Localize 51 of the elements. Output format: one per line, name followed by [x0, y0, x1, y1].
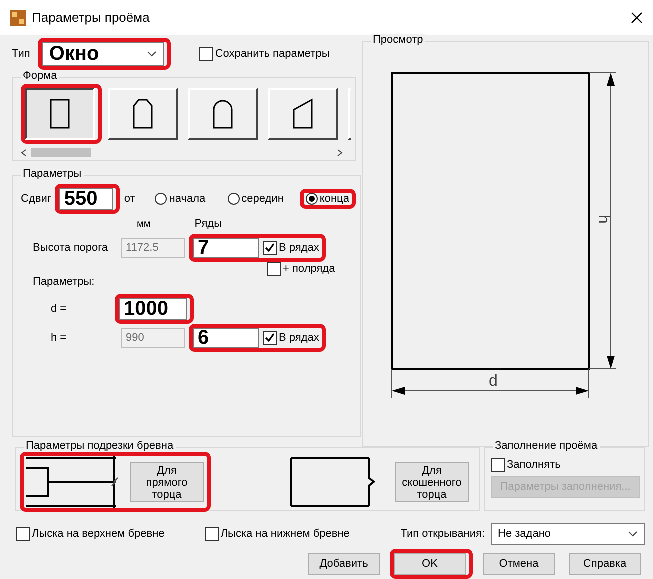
close-icon: [631, 12, 643, 24]
dimensions-label: Параметры:: [33, 276, 95, 288]
checkbox-label[interactable]: + полряда: [283, 263, 336, 276]
unit-label: мм: [137, 218, 151, 230]
checkbox[interactable]: [204, 527, 219, 542]
opening-type-label: Тип открывания:: [400, 528, 485, 540]
checkbox[interactable]: [267, 262, 281, 276]
width-label: d =: [51, 303, 68, 316]
bevel-end-button[interactable]: Для скошенного торца: [395, 462, 469, 502]
type-dropdown[interactable]: Окно: [42, 42, 164, 66]
group-label: Заполнение проёма: [493, 440, 600, 452]
checkbox[interactable]: [199, 47, 214, 62]
dialog-button[interactable]: Отмена: [483, 553, 555, 575]
radio-button[interactable]: [228, 193, 240, 206]
type-label: Тип: [12, 48, 30, 60]
sill-height-label: Высота порога: [33, 242, 110, 254]
rows-label: Ряды: [194, 218, 222, 230]
checkbox-label[interactable]: Сохранить параметры: [215, 48, 330, 60]
radio-label[interactable]: середин: [242, 193, 284, 206]
checkbox-label[interactable]: Лыска на верхнем бревне: [32, 528, 165, 540]
chevron-icon: [147, 51, 158, 58]
checkbox[interactable]: [16, 527, 30, 542]
group-label: Просмотр: [371, 34, 426, 46]
width-field[interactable]: 1000: [119, 298, 187, 320]
shift-field[interactable]: 550: [59, 188, 114, 210]
radio-button[interactable]: [155, 193, 168, 206]
group-label: Форма: [21, 70, 60, 82]
shape-button[interactable]: [25, 88, 95, 140]
radio-label[interactable]: конца: [320, 193, 350, 206]
scroll-right-icon: [337, 148, 343, 157]
dialog-button[interactable]: Справка: [569, 553, 641, 575]
shift-label: Сдвиг: [21, 193, 52, 206]
chevron-icon: [628, 531, 638, 538]
from-label: от: [124, 193, 136, 206]
scroll-left-icon: [21, 148, 27, 157]
straight-end-button[interactable]: Для прямого торца: [130, 462, 204, 502]
group-label: Параметры: [21, 168, 84, 180]
checkbox-label[interactable]: Заполнять: [507, 459, 561, 472]
group-label: Параметры подрезки бревна: [24, 440, 176, 452]
app-icon: [10, 10, 26, 26]
radio-label[interactable]: начала: [169, 193, 206, 206]
window-title: Параметры проёма: [32, 10, 151, 26]
radio-button[interactable]: [306, 193, 318, 206]
checkbox-label[interactable]: Лыска на нижнем бревне: [220, 528, 350, 540]
opening-type-dropdown[interactable]: Не задано: [491, 523, 645, 546]
dialog-button[interactable]: Добавить: [308, 553, 380, 575]
height-label: h =: [51, 332, 68, 344]
height-dimension-label: h: [595, 215, 612, 224]
dialog-button[interactable]: OK: [394, 553, 466, 575]
checkbox[interactable]: [491, 458, 505, 472]
width-dimension-label: d: [489, 373, 498, 390]
